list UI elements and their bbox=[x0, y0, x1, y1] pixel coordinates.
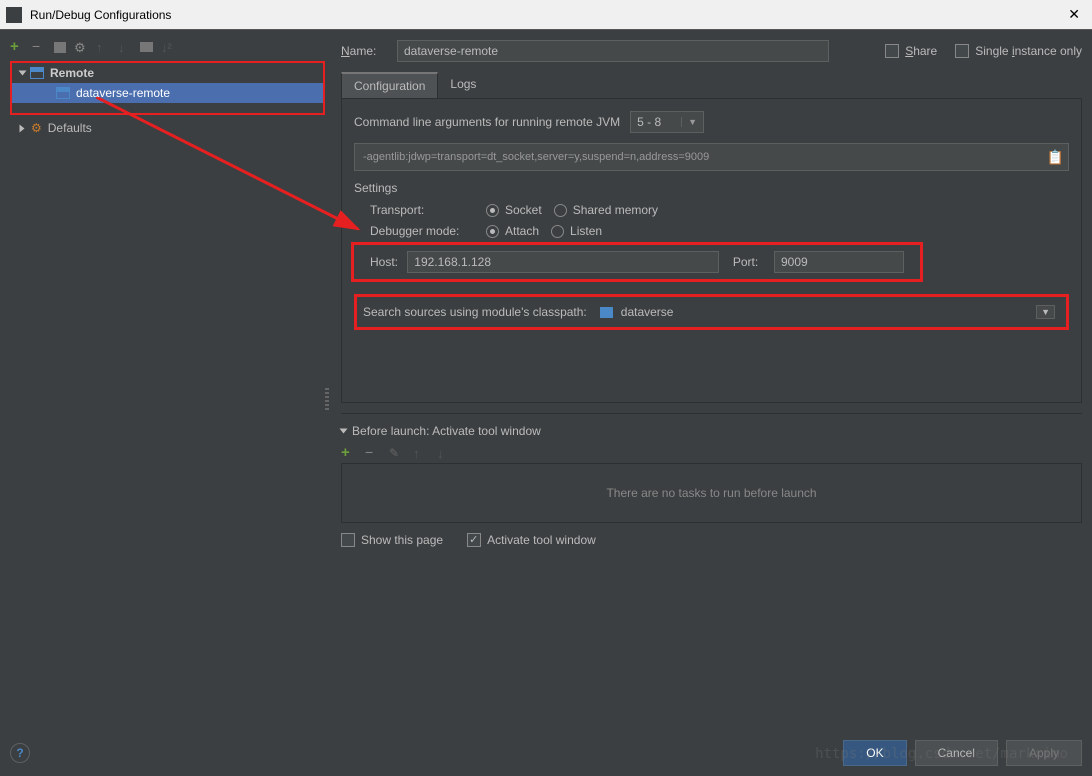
configuration-content: Command line arguments for running remot… bbox=[341, 99, 1082, 403]
jvm-version-value: 5 - 8 bbox=[637, 115, 661, 129]
classpath-label: Search sources using module's classpath: bbox=[363, 305, 587, 319]
gear-icon: ⚙ bbox=[31, 121, 42, 135]
folder-icon[interactable] bbox=[140, 42, 153, 52]
tree-label-remote: Remote bbox=[50, 66, 94, 80]
debugger-mode-label: Debugger mode: bbox=[370, 224, 474, 238]
window-titlebar: Run/Debug Configurations ✕ bbox=[0, 0, 1092, 30]
sort-icon[interactable]: ↓² bbox=[161, 40, 175, 54]
move-down-icon[interactable]: ↓ bbox=[118, 40, 132, 54]
transport-shared-radio[interactable] bbox=[554, 204, 567, 217]
host-port-highlight: Host: Port: bbox=[351, 242, 923, 282]
name-input[interactable] bbox=[397, 40, 829, 62]
transport-socket-radio[interactable] bbox=[486, 204, 499, 217]
classpath-select[interactable]: dataverse ▼ bbox=[595, 302, 1060, 322]
classpath-highlight: Search sources using module's classpath:… bbox=[354, 294, 1069, 330]
before-launch-label: Before launch: Activate tool window bbox=[352, 424, 541, 438]
port-label: Port: bbox=[733, 255, 766, 269]
show-page-checkbox[interactable] bbox=[341, 533, 355, 547]
tab-bar: Configuration Logs bbox=[341, 72, 1082, 99]
tasks-list[interactable]: There are no tasks to run before launch bbox=[341, 463, 1082, 523]
add-task-icon[interactable]: + bbox=[341, 446, 355, 460]
host-input[interactable] bbox=[407, 251, 719, 273]
jvm-version-select[interactable]: 5 - 8 ▼ bbox=[630, 111, 704, 133]
task-up-icon[interactable]: ↑ bbox=[413, 446, 427, 460]
transport-label: Transport: bbox=[370, 203, 474, 217]
edit-task-icon[interactable]: ✎ bbox=[389, 446, 403, 460]
config-tree: Remote dataverse-remote bbox=[10, 61, 325, 115]
window-title: Run/Debug Configurations bbox=[30, 8, 1062, 22]
app-icon bbox=[6, 7, 22, 23]
settings-header: Settings bbox=[354, 181, 1069, 195]
debugger-listen-radio[interactable] bbox=[551, 225, 564, 238]
show-page-label: Show this page bbox=[361, 533, 443, 547]
main-panel: Name: Share Single instance only Configu… bbox=[331, 38, 1082, 730]
cmdline-text: -agentlib:jdwp=transport=dt_socket,serve… bbox=[363, 151, 709, 163]
debugger-listen-label: Listen bbox=[570, 224, 602, 238]
module-icon bbox=[600, 307, 613, 318]
collapse-icon bbox=[20, 124, 25, 132]
tree-label-defaults: Defaults bbox=[48, 121, 92, 135]
share-label: Share bbox=[905, 44, 937, 58]
single-instance-label: Single instance only bbox=[975, 44, 1082, 58]
copy-config-icon[interactable] bbox=[54, 42, 66, 53]
remote-icon bbox=[30, 67, 44, 79]
resize-handle[interactable] bbox=[325, 388, 329, 412]
help-button[interactable]: ? bbox=[10, 743, 30, 763]
copy-icon[interactable]: 📋 bbox=[1047, 149, 1064, 166]
debugger-attach-label: Attach bbox=[505, 224, 539, 238]
activate-window-checkbox[interactable] bbox=[467, 533, 481, 547]
cmdline-textarea[interactable]: -agentlib:jdwp=transport=dt_socket,serve… bbox=[354, 143, 1069, 171]
tree-node-dataverse-remote[interactable]: dataverse-remote bbox=[12, 83, 323, 103]
edit-defaults-icon[interactable]: ⚙ bbox=[74, 40, 88, 54]
tree-node-defaults[interactable]: ⚙ Defaults bbox=[10, 118, 325, 138]
share-checkbox[interactable] bbox=[885, 44, 899, 58]
sidebar-toolbar: + − ⚙ ↑ ↓ ↓² bbox=[10, 38, 325, 58]
task-down-icon[interactable]: ↓ bbox=[437, 446, 451, 460]
remote-icon bbox=[56, 87, 70, 99]
add-config-icon[interactable]: + bbox=[10, 40, 24, 54]
cmdline-label: Command line arguments for running remot… bbox=[354, 115, 620, 129]
before-launch-section: Before launch: Activate tool window + − … bbox=[341, 413, 1082, 547]
port-input[interactable] bbox=[774, 251, 904, 273]
tree-label-child: dataverse-remote bbox=[76, 86, 170, 100]
close-icon[interactable]: ✕ bbox=[1062, 6, 1086, 23]
transport-shared-label: Shared memory bbox=[573, 203, 658, 217]
chevron-down-icon: ▼ bbox=[1036, 305, 1055, 319]
ok-button[interactable]: OK bbox=[843, 740, 906, 766]
cancel-button[interactable]: Cancel bbox=[915, 740, 998, 766]
apply-button[interactable]: Apply bbox=[1006, 740, 1082, 766]
remove-task-icon[interactable]: − bbox=[365, 446, 379, 460]
remove-config-icon[interactable]: − bbox=[32, 40, 46, 54]
classpath-value: dataverse bbox=[621, 305, 674, 319]
expand-icon bbox=[19, 71, 27, 76]
expand-icon[interactable] bbox=[340, 429, 348, 434]
tab-configuration[interactable]: Configuration bbox=[341, 72, 438, 98]
debugger-attach-radio[interactable] bbox=[486, 225, 499, 238]
activate-window-label: Activate tool window bbox=[487, 533, 596, 547]
single-instance-checkbox[interactable] bbox=[955, 44, 969, 58]
tasks-empty-text: There are no tasks to run before launch bbox=[606, 486, 816, 500]
tree-node-remote[interactable]: Remote bbox=[12, 63, 323, 83]
tab-logs[interactable]: Logs bbox=[438, 72, 488, 98]
chevron-down-icon: ▼ bbox=[681, 117, 697, 127]
move-up-icon[interactable]: ↑ bbox=[96, 40, 110, 54]
dialog-footer: ? OK Cancel Apply bbox=[10, 740, 1082, 766]
config-sidebar: + − ⚙ ↑ ↓ ↓² Remote dataverse-remote ⚙ D… bbox=[10, 38, 325, 730]
name-label: Name: bbox=[341, 44, 385, 58]
host-label: Host: bbox=[370, 255, 399, 269]
transport-socket-label: Socket bbox=[505, 203, 542, 217]
